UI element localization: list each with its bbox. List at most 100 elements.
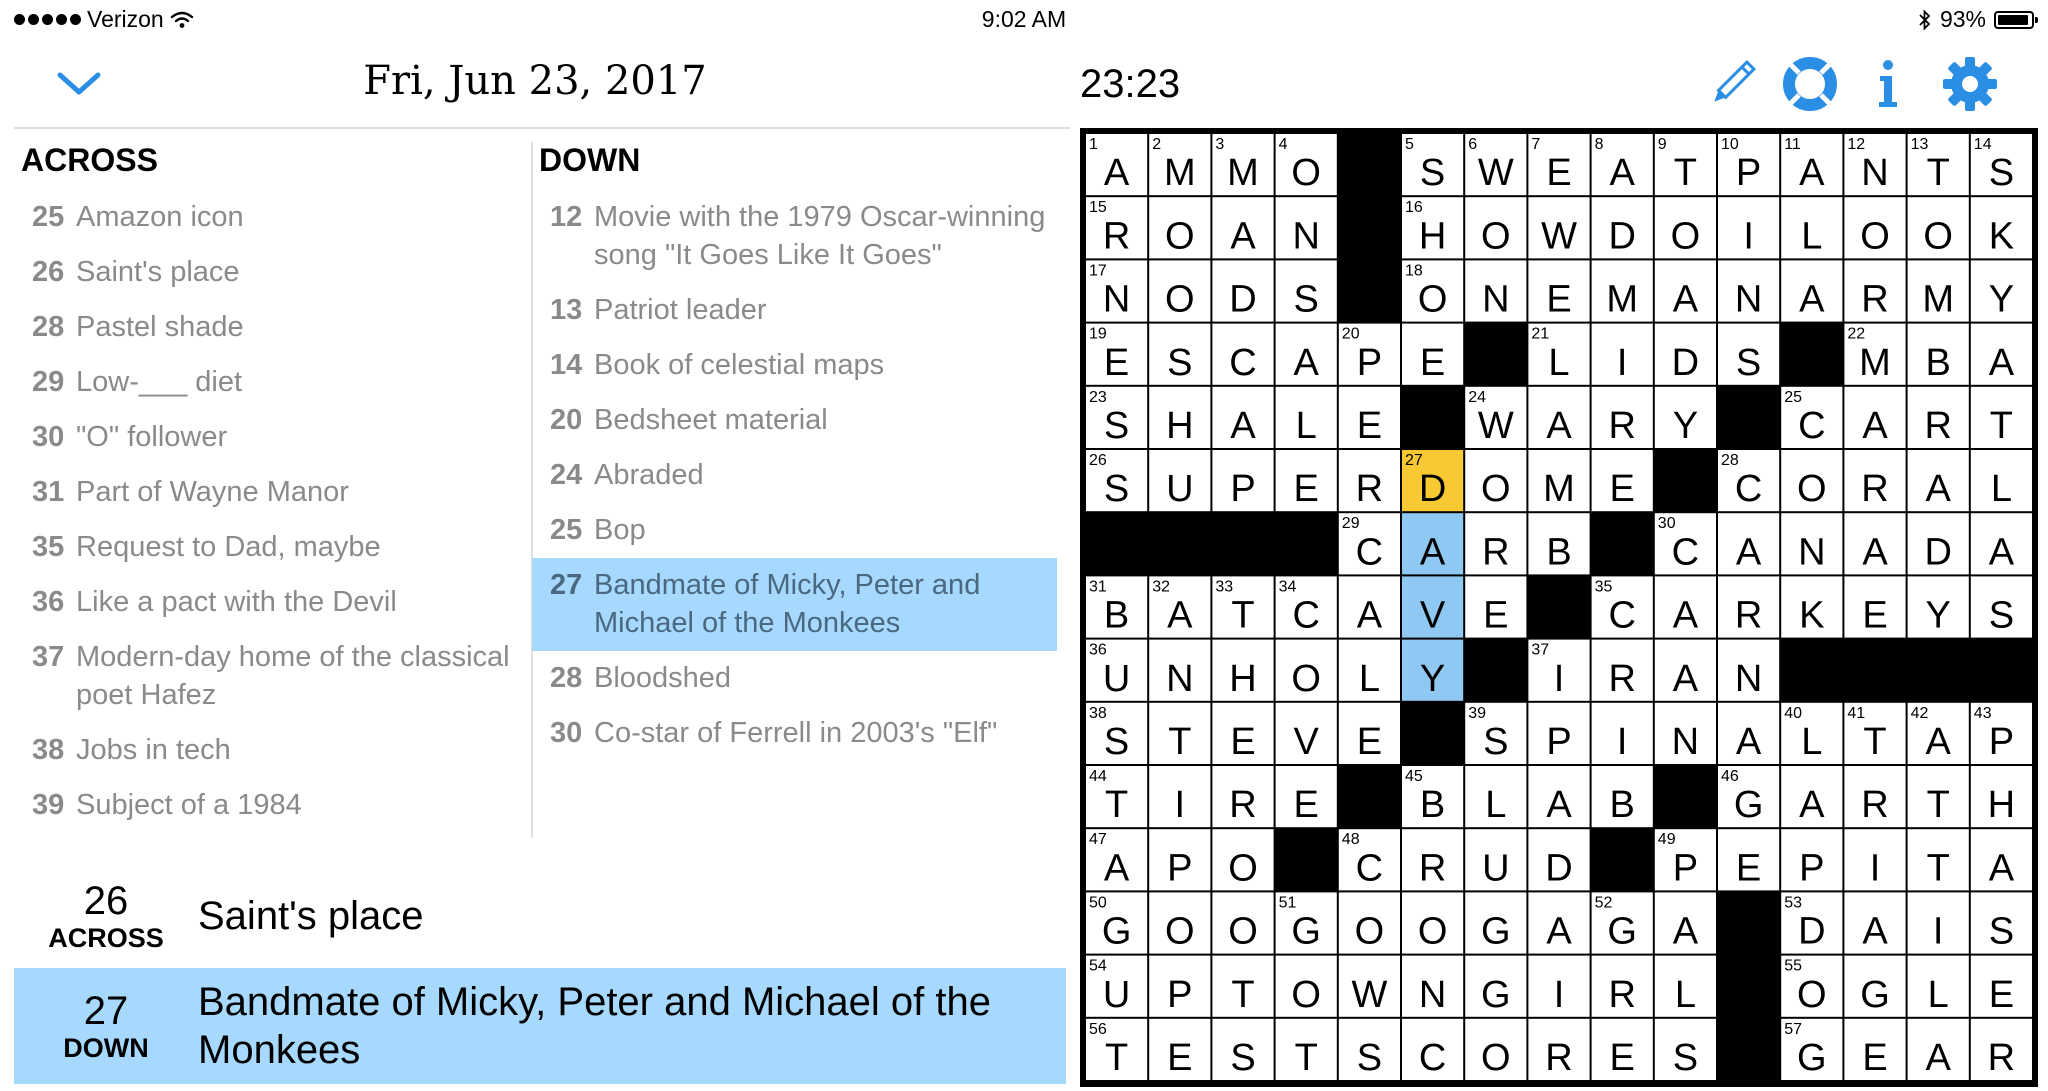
clue-text: Amazon icon [76,201,244,233]
cell-number: 15 [1089,199,1107,216]
cell-number: 38 [1089,705,1107,722]
clue-item[interactable]: 29 Low-___ diet [14,355,528,410]
settings-button[interactable] [1940,54,2000,114]
clue-bar-label: 27 DOWN [14,989,198,1063]
cell-letter: A [1989,847,2015,889]
cell-letter: A [1673,279,1699,321]
current-across-clue-bar[interactable]: 26 ACROSS Saint's place [14,866,1066,966]
crossword-grid-svg[interactable]: 1A2M3M4O5S6W7E8A9T10P11A12N13T14S15R O A N1… [1080,128,2038,1087]
cell-letter: D [1924,531,1951,573]
header-divider [14,127,1070,129]
cell-letter: B [1104,595,1129,637]
cell-letter: A [1104,847,1130,889]
cell-letter: R [1608,405,1635,447]
cell-letter: O [1418,911,1448,953]
cell-letter: G [1860,974,1890,1016]
cell-letter: G [1734,784,1764,826]
cell-number: 57 [1784,1021,1802,1038]
cell-letter: T [1105,1037,1128,1079]
cell-letter: W [1541,215,1577,257]
cell-letter: O [1355,911,1385,953]
cell-letter: S [1736,342,1761,384]
cell-letter: A [1989,342,2015,384]
crossword-grid[interactable]: 1 A 2 M 3 M 4 O 5 S 6 W 7 E 8 A 9 T 10 P 11 A 12 N 13 T 14 S 15 R O A N 1… [1080,128,2038,1087]
cell-letter: R [1861,784,1888,826]
pencil-button[interactable] [1702,54,1762,114]
clue-item[interactable]: 25 Bop [532,503,1057,558]
clue-text: Patriot leader [594,294,767,326]
clue-item[interactable]: 28 Bloodshed [532,651,1057,706]
cell-letter: S [1104,468,1129,510]
cell-letter: A [1926,1037,1952,1079]
cell-letter: A [1673,595,1699,637]
cell-letter: O [1797,468,1827,510]
cell-letter: P [1546,721,1571,763]
cell-number: 46 [1721,768,1739,785]
down-clue-list[interactable]: DOWN 12 Movie with the 1979 Oscar-winning… [532,138,1057,838]
cell-letter: A [1167,595,1193,637]
cell-letter: T [1168,721,1191,763]
cell-letter: C [1292,595,1319,637]
clue-number: 29 [32,366,65,398]
black-square [1781,639,1843,701]
clue-item[interactable]: 25 Amazon icon [14,190,528,245]
clue-item[interactable]: 36 Like a pact with the Devil [14,575,528,630]
clue-text: "O" follower [76,421,228,453]
clue-item[interactable]: 26 Saint's place [14,245,528,300]
clue-number: 25 [550,514,583,546]
help-button[interactable] [1780,54,1840,114]
cell-letter: A [1799,784,1825,826]
clue-item[interactable]: 20 Bedsheet material [532,393,1057,448]
cell-number: 34 [1279,578,1297,595]
clue-text: Bandmate of Micky, Peter and Michael of … [594,569,981,639]
cell-number: 18 [1405,262,1423,279]
cell-letter: E [1989,974,2014,1016]
clue-item[interactable]: 12 Movie with the 1979 Oscar-winning song… [532,190,1057,283]
cell-letter: A [1546,405,1572,447]
clue-item[interactable]: 24 Abraded [532,448,1057,503]
clue-number: 14 [550,349,583,381]
cell-letter: H [1166,405,1193,447]
cell-number: 53 [1784,894,1802,911]
clue-number: 28 [550,662,583,694]
current-down-clue-bar[interactable]: 27 DOWN Bandmate of Micky, Peter and Mic… [14,968,1066,1084]
cell-number: 41 [1847,705,1865,722]
black-square [1718,386,1780,448]
clue-item[interactable]: 28 Pastel shade [14,300,528,355]
cell-letter: O [1228,847,1258,889]
cell-letter: N [1672,721,1699,763]
clue-text: Pastel shade [76,311,244,343]
cell-letter: I [1870,847,1881,889]
cell-number: 6 [1468,136,1477,153]
help-lifebuoy-icon [1783,57,1837,111]
cell-letter: T [1927,847,1950,889]
clue-item[interactable]: 37 Modern-day home of the classical poet … [14,630,528,723]
cell-letter: H [1229,658,1256,700]
black-square [1718,1018,1780,1080]
cell-number: 14 [1974,136,1992,153]
clue-item[interactable]: 30 Co-star of Ferrell in 2003's "Elf" [532,706,1057,761]
puzzle-timer[interactable]: 23:23 [1080,62,1180,107]
black-square [1591,513,1653,575]
clue-number: 31 [32,476,65,508]
clue-bar-direction: DOWN [63,1033,149,1063]
cell-letter: D [1672,342,1699,384]
clue-item[interactable]: 38 Jobs in tech [14,723,528,778]
clue-item[interactable]: 14 Book of celestial maps [532,338,1057,393]
cell-letter: S [1483,721,1508,763]
across-clue-list[interactable]: ACROSS 25 Amazon icon 26 Saint's place 28 Pas… [14,138,528,838]
clue-item[interactable]: 35 Request to Dad, maybe [14,520,528,575]
clue-item[interactable]: 13 Patriot leader [532,283,1057,338]
cell-letter: E [1420,342,1445,384]
cell-letter: U [1103,974,1130,1016]
cell-number: 9 [1658,136,1667,153]
cell-number: 23 [1089,389,1107,406]
clue-item[interactable]: 30 "O" follower [14,410,528,465]
clue-item[interactable]: 31 Part of Wayne Manor [14,465,528,520]
info-button[interactable] [1858,54,1918,114]
cell-letter: P [1230,468,1255,510]
info-icon [1879,60,1897,107]
clue-item[interactable]: 27 Bandmate of Micky, Peter and Michael o… [532,558,1057,651]
cell-letter: R [1608,974,1635,1016]
clue-item[interactable]: 39 Subject of a 1984 [14,778,528,833]
